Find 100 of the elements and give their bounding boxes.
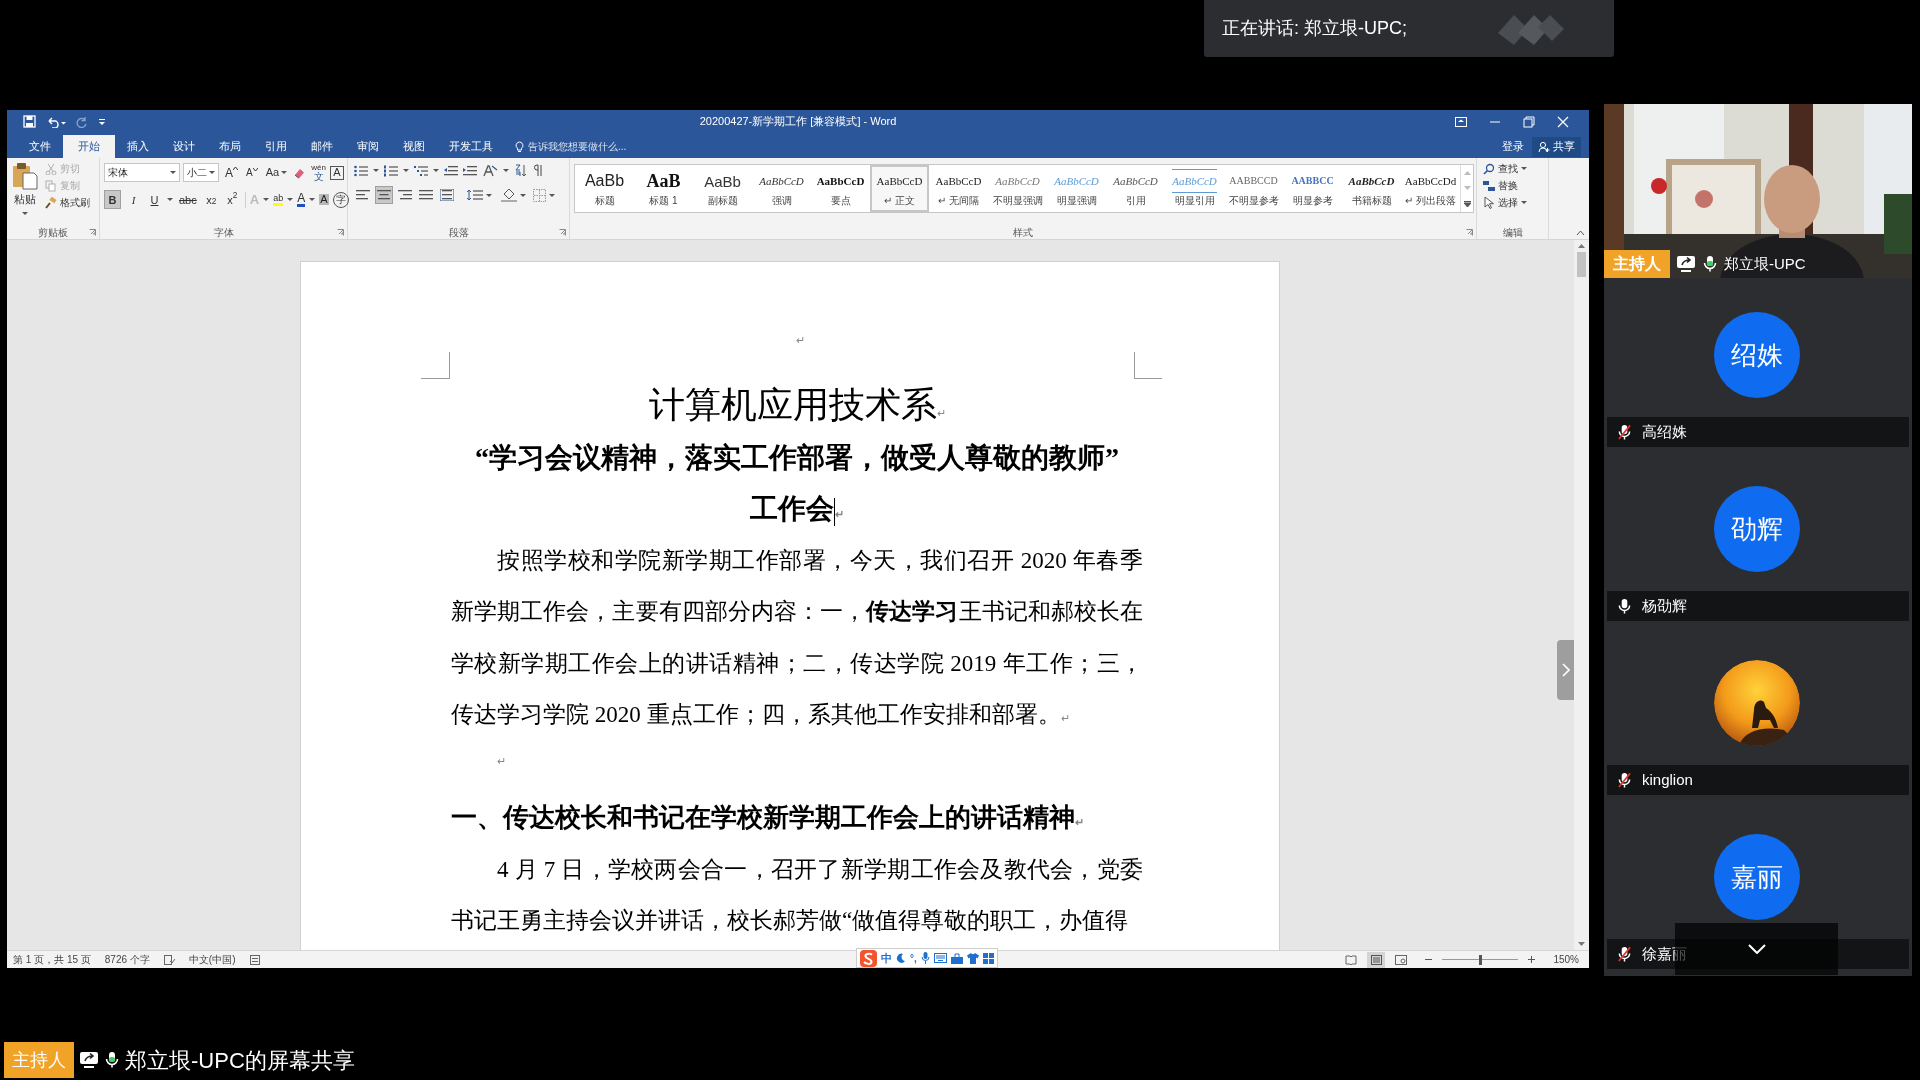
bullets-icon[interactable]	[354, 164, 368, 177]
caret-icon[interactable]	[433, 169, 439, 172]
sort-icon[interactable]	[514, 164, 528, 177]
input-mode-toggle[interactable]: 中	[881, 949, 892, 967]
caret-icon[interactable]	[549, 193, 555, 197]
microphone-icon[interactable]	[920, 952, 930, 964]
style-item[interactable]: AABBCCD 不明显参考	[1224, 165, 1283, 212]
side-panel-handle[interactable]	[1557, 640, 1574, 700]
scroll-up-icon[interactable]	[1578, 244, 1585, 248]
scroll-down-icon[interactable]	[1578, 942, 1585, 946]
more-styles-icon[interactable]	[1463, 200, 1471, 207]
style-item[interactable]: AaBb 标题	[575, 165, 634, 212]
share-button[interactable]: 共享	[1532, 136, 1581, 157]
font-name-field[interactable]: 宋体	[104, 163, 180, 182]
style-item[interactable]: AaBbCcD 不明显强调	[988, 165, 1047, 212]
grid-menu-icon[interactable]	[982, 952, 994, 964]
underline-button[interactable]: U	[146, 190, 163, 210]
undo-icon[interactable]	[46, 115, 66, 128]
keyboard-icon[interactable]	[933, 953, 947, 963]
ribbon-tab[interactable]: 引用	[253, 135, 299, 158]
align-distributed-button[interactable]	[438, 186, 456, 204]
caret-icon[interactable]	[486, 193, 492, 197]
highlight-button[interactable]: ab	[273, 193, 284, 206]
phonetic-guide-button[interactable]: wén 文	[310, 163, 327, 182]
caret-icon[interactable]	[403, 169, 409, 172]
style-item[interactable]: AaBbCcD 明显强调	[1047, 165, 1106, 212]
bold-button[interactable]: B	[104, 190, 121, 210]
caret-icon[interactable]	[263, 198, 270, 202]
word-count[interactable]: 8726 个字	[104, 952, 150, 967]
style-item[interactable]: AaBbCcD 要点	[811, 165, 870, 212]
ribbon-tab[interactable]: 邮件	[299, 135, 345, 158]
style-item[interactable]: AaB 标题 1	[634, 165, 693, 212]
dialog-launcher-icon[interactable]	[89, 229, 96, 236]
ribbon-display-options-icon[interactable]	[1455, 116, 1467, 127]
read-mode-icon[interactable]	[1345, 954, 1358, 965]
strikethrough-button[interactable]: abc	[177, 190, 199, 210]
shrink-font-button[interactable]: A	[244, 167, 260, 178]
caret-icon[interactable]	[22, 211, 28, 215]
vertical-scrollbar[interactable]	[1574, 240, 1589, 950]
caret-icon[interactable]	[373, 169, 379, 172]
ribbon-tab[interactable]: 设计	[161, 135, 207, 158]
caret-icon[interactable]	[503, 169, 509, 172]
superscript-button[interactable]: x$^{2}$	[223, 190, 241, 210]
sign-in-link[interactable]: 登录	[1502, 138, 1524, 155]
italic-button[interactable]: I	[125, 190, 142, 210]
style-item[interactable]: AaBb 副标题	[693, 165, 752, 212]
caret-icon[interactable]	[520, 193, 526, 197]
numbering-icon[interactable]	[384, 164, 398, 177]
zoom-out-icon[interactable]	[1425, 956, 1433, 963]
style-item[interactable]: AaBbCcD 书籍标题	[1342, 165, 1401, 212]
format-painter-button[interactable]: 格式刷	[45, 195, 90, 210]
caret-icon[interactable]	[287, 198, 294, 202]
style-item[interactable]: AaBbCcDd ↵ 列出段落	[1401, 165, 1460, 212]
show-formatting-marks-icon[interactable]	[533, 164, 543, 177]
ribbon-tab[interactable]: 审阅	[345, 135, 391, 158]
grow-font-button[interactable]: A	[222, 166, 241, 179]
caret-icon[interactable]	[167, 198, 173, 202]
redo-icon[interactable]	[76, 115, 88, 128]
character-shading-button[interactable]: A	[319, 194, 329, 206]
character-border-button[interactable]: A	[329, 165, 344, 180]
subscript-button[interactable]: x$_{2}$	[202, 190, 220, 210]
zoom-slider[interactable]	[1442, 954, 1519, 965]
multilevel-list-icon[interactable]	[414, 164, 428, 177]
style-item[interactable]: AaBbCcD 明显引用	[1165, 165, 1224, 212]
line-spacing-icon[interactable]	[467, 189, 483, 201]
change-case-button[interactable]: Aa	[262, 164, 291, 181]
font-size-field[interactable]: 小二	[183, 163, 219, 182]
language-indicator[interactable]: 中文(中国)	[188, 952, 236, 967]
dialog-launcher-icon[interactable]	[559, 229, 566, 236]
tell-me-field[interactable]: 告诉我您想要做什么...	[515, 135, 627, 158]
increase-indent-icon[interactable]	[463, 164, 477, 177]
scrollbar-thumb[interactable]	[1577, 252, 1586, 277]
ribbon-tab[interactable]: 开始	[63, 135, 115, 158]
macro-record-icon[interactable]	[249, 954, 260, 965]
ime-logo-icon[interactable]	[860, 949, 877, 967]
restore-icon[interactable]	[1523, 115, 1535, 128]
dialog-launcher-icon[interactable]	[337, 229, 344, 236]
web-layout-icon[interactable]	[1395, 954, 1408, 965]
caret-icon[interactable]	[309, 198, 316, 202]
print-layout-button[interactable]	[1367, 951, 1386, 968]
style-item[interactable]: AaBbCcD ↵ 无间隔	[929, 165, 988, 212]
shirt-icon[interactable]	[966, 952, 979, 964]
proofing-icon[interactable]	[163, 954, 175, 965]
shading-bucket-icon[interactable]	[501, 188, 517, 202]
select-button[interactable]: 选择	[1483, 195, 1527, 210]
find-button[interactable]: 查找	[1483, 161, 1527, 176]
zoom-in-icon[interactable]	[1528, 956, 1536, 963]
toolbox-icon[interactable]	[950, 952, 963, 964]
replace-button[interactable]: 替换	[1483, 178, 1527, 193]
ribbon-tab[interactable]: 视图	[391, 135, 437, 158]
zoom-level[interactable]: 150%	[1553, 952, 1583, 967]
close-icon[interactable]	[1557, 115, 1569, 128]
moon-icon[interactable]	[896, 953, 906, 963]
dialog-launcher-icon[interactable]	[1466, 229, 1473, 236]
customize-toolbar-icon[interactable]	[98, 117, 106, 126]
style-item[interactable]: AaBbCcD ↵ 正文	[870, 165, 929, 212]
punctuation-toggle[interactable]: °,	[910, 950, 917, 966]
ribbon-tab[interactable]: 插入	[115, 135, 161, 158]
collapse-ribbon-icon[interactable]	[1576, 230, 1585, 236]
ribbon-tab[interactable]: 开发工具	[437, 135, 505, 158]
